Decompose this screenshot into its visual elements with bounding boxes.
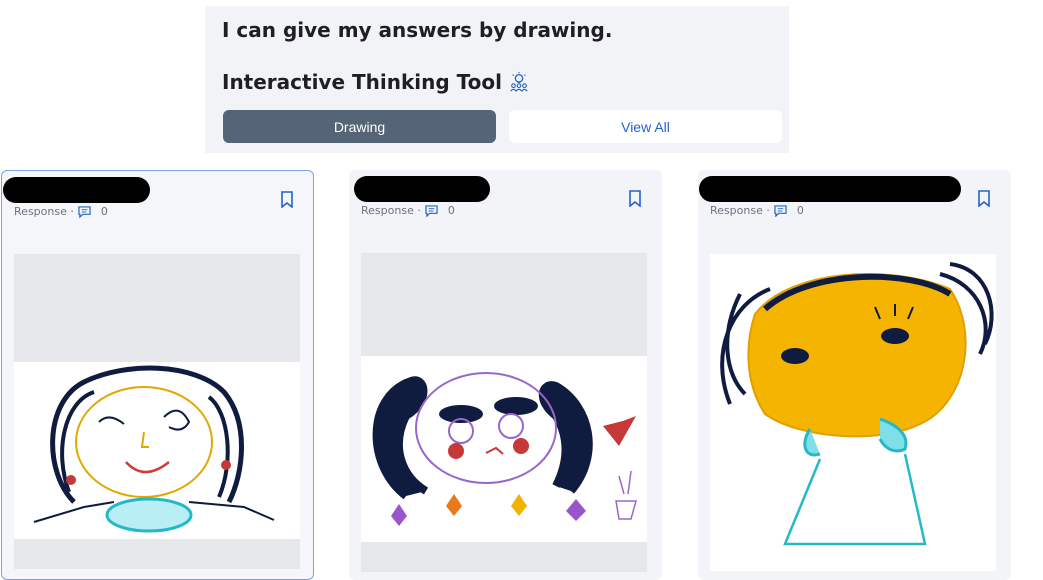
comment-icon <box>78 205 91 218</box>
response-meta: Response · 0 <box>361 204 455 217</box>
image-placeholder-band <box>361 253 647 356</box>
comment-icon <box>774 204 787 217</box>
meta-label: Response · <box>361 204 421 217</box>
response-card[interactable]: Response · 0 <box>698 170 1011 580</box>
drawing-girl-face <box>33 365 275 533</box>
tab-view-all[interactable]: View All <box>509 110 782 143</box>
comment-count: 0 <box>447 204 455 217</box>
tool-title-text: Interactive Thinking Tool <box>222 70 502 94</box>
redacted-author-name <box>699 176 961 202</box>
tab-drawing[interactable]: Drawing <box>223 110 496 143</box>
student-drawing[interactable] <box>710 254 996 571</box>
tool-title: Interactive Thinking Tool <box>222 70 530 94</box>
lightbulb-people-icon <box>510 71 528 92</box>
meta-label: Response · <box>14 205 74 218</box>
bookmark-icon[interactable] <box>628 190 642 207</box>
comment-icon <box>425 204 438 217</box>
bookmark-icon[interactable] <box>977 190 991 207</box>
comment-count: 0 <box>796 204 804 217</box>
image-placeholder-band <box>14 254 300 362</box>
bookmark-icon[interactable] <box>280 191 294 208</box>
comment-count: 0 <box>100 205 108 218</box>
response-meta: Response · 0 <box>14 205 108 218</box>
meta-label: Response · <box>710 204 770 217</box>
redacted-author-name <box>3 177 150 203</box>
activity-header: I can give my answers by drawing. Intera… <box>205 6 789 153</box>
image-placeholder-band <box>14 539 300 569</box>
view-tabs: Drawing View All <box>223 110 783 143</box>
response-card[interactable]: Response · 0 <box>349 170 662 580</box>
redacted-author-name <box>354 176 490 202</box>
response-meta: Response · 0 <box>710 204 804 217</box>
image-placeholder-band <box>361 542 647 572</box>
student-drawing[interactable] <box>361 356 647 542</box>
response-card[interactable]: Response · 0 <box>1 170 314 580</box>
drawing-girl-face <box>372 372 637 526</box>
prompt-text: I can give my answers by drawing. <box>222 18 613 42</box>
drawing-girl-face <box>720 262 994 546</box>
student-drawing[interactable] <box>14 362 300 539</box>
